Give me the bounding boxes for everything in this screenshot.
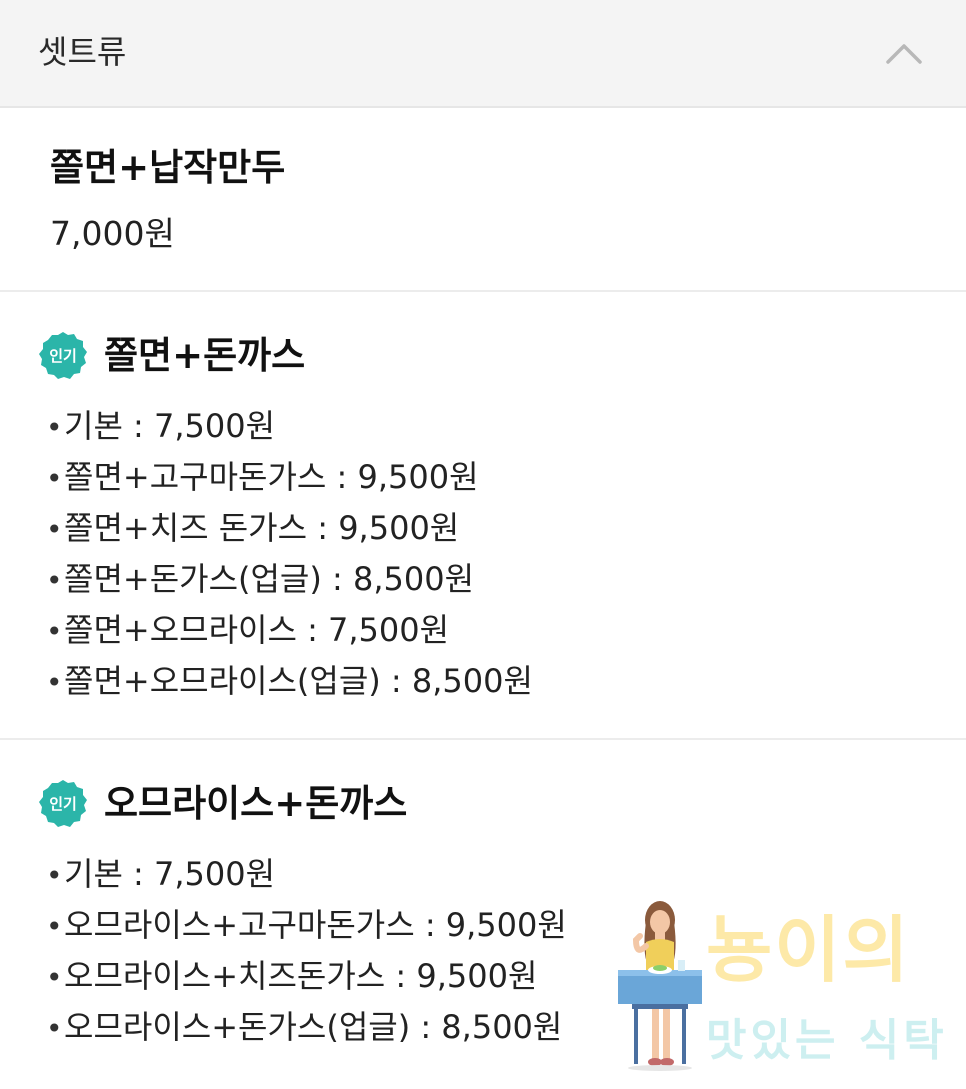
popular-badge-icon: 인기 xyxy=(39,780,87,827)
bullet: • xyxy=(46,666,63,699)
option-text: 오므라이스+치즈돈가스 : 9,500원 xyxy=(64,957,538,995)
watermark-subtitle: 맛있는 식탁 xyxy=(706,1015,948,1066)
chevron-up-icon[interactable] xyxy=(884,38,924,66)
menu-item[interactable]: 인기 쫄면+돈까스 •기본 : 7,500원 •쫄면+고구마돈가스 : 9,50… xyxy=(0,292,966,738)
bullet: • xyxy=(46,961,63,994)
option-row: •쫄면+고구마돈가스 : 9,500원 xyxy=(46,455,479,501)
option-text: 쫄면+치즈 돈가스 : 9,500원 xyxy=(64,509,460,547)
option-row: •오므라이스+고구마돈가스 : 9,500원 xyxy=(46,903,567,949)
category-title: 셋트류 xyxy=(38,33,127,71)
option-row: •오므라이스+돈가스(업글) : 8,500원 xyxy=(46,1005,562,1051)
menu-item-price: 7,000원 xyxy=(50,214,175,253)
menu-item-name: 오므라이스+돈까스 xyxy=(104,782,408,825)
option-row: •쫄면+오므라이스 : 7,500원 xyxy=(46,608,449,654)
option-row: •기본 : 7,500원 xyxy=(46,404,275,450)
popular-badge-icon: 인기 xyxy=(39,332,87,379)
option-text: 쫄면+돈가스(업글) : 8,500원 xyxy=(64,560,475,598)
menu-item-name: 쫄면+납작만두 xyxy=(50,146,286,189)
option-text: 쫄면+오므라이스(업글) : 8,500원 xyxy=(64,662,533,700)
option-row: •기본 : 7,500원 xyxy=(46,852,275,898)
option-text: 기본 : 7,500원 xyxy=(64,407,276,445)
option-text: 쫄면+고구마돈가스 : 9,500원 xyxy=(64,458,479,496)
option-row: •쫄면+오므라이스(업글) : 8,500원 xyxy=(46,659,533,705)
option-text: 오므라이스+돈가스(업글) : 8,500원 xyxy=(64,1008,563,1046)
bullet: • xyxy=(46,411,63,444)
option-text: 쫄면+오므라이스 : 7,500원 xyxy=(64,611,450,649)
diner-illustration xyxy=(618,901,702,1071)
category-header[interactable]: 셋트류 xyxy=(0,0,966,108)
badge-label: 인기 xyxy=(49,347,77,365)
badge-label: 인기 xyxy=(49,795,77,813)
option-text: 기본 : 7,500원 xyxy=(64,855,276,893)
option-row: •쫄면+돈가스(업글) : 8,500원 xyxy=(46,557,474,603)
bullet: • xyxy=(46,910,63,943)
option-row: •오므라이스+치즈돈가스 : 9,500원 xyxy=(46,954,537,1000)
option-text: 오므라이스+고구마돈가스 : 9,500원 xyxy=(64,906,567,944)
bullet: • xyxy=(46,462,63,495)
watermark-title: 뇽이의 xyxy=(706,908,911,992)
bullet: • xyxy=(46,1012,63,1045)
bullet: • xyxy=(46,564,63,597)
menu-item[interactable]: 쫄면+납작만두 7,000원 xyxy=(0,108,966,290)
option-row: •쫄면+치즈 돈가스 : 9,500원 xyxy=(46,506,459,552)
menu-item-name: 쫄면+돈까스 xyxy=(104,334,306,377)
bullet: • xyxy=(46,615,63,648)
bullet: • xyxy=(46,513,63,546)
bullet: • xyxy=(46,859,63,892)
